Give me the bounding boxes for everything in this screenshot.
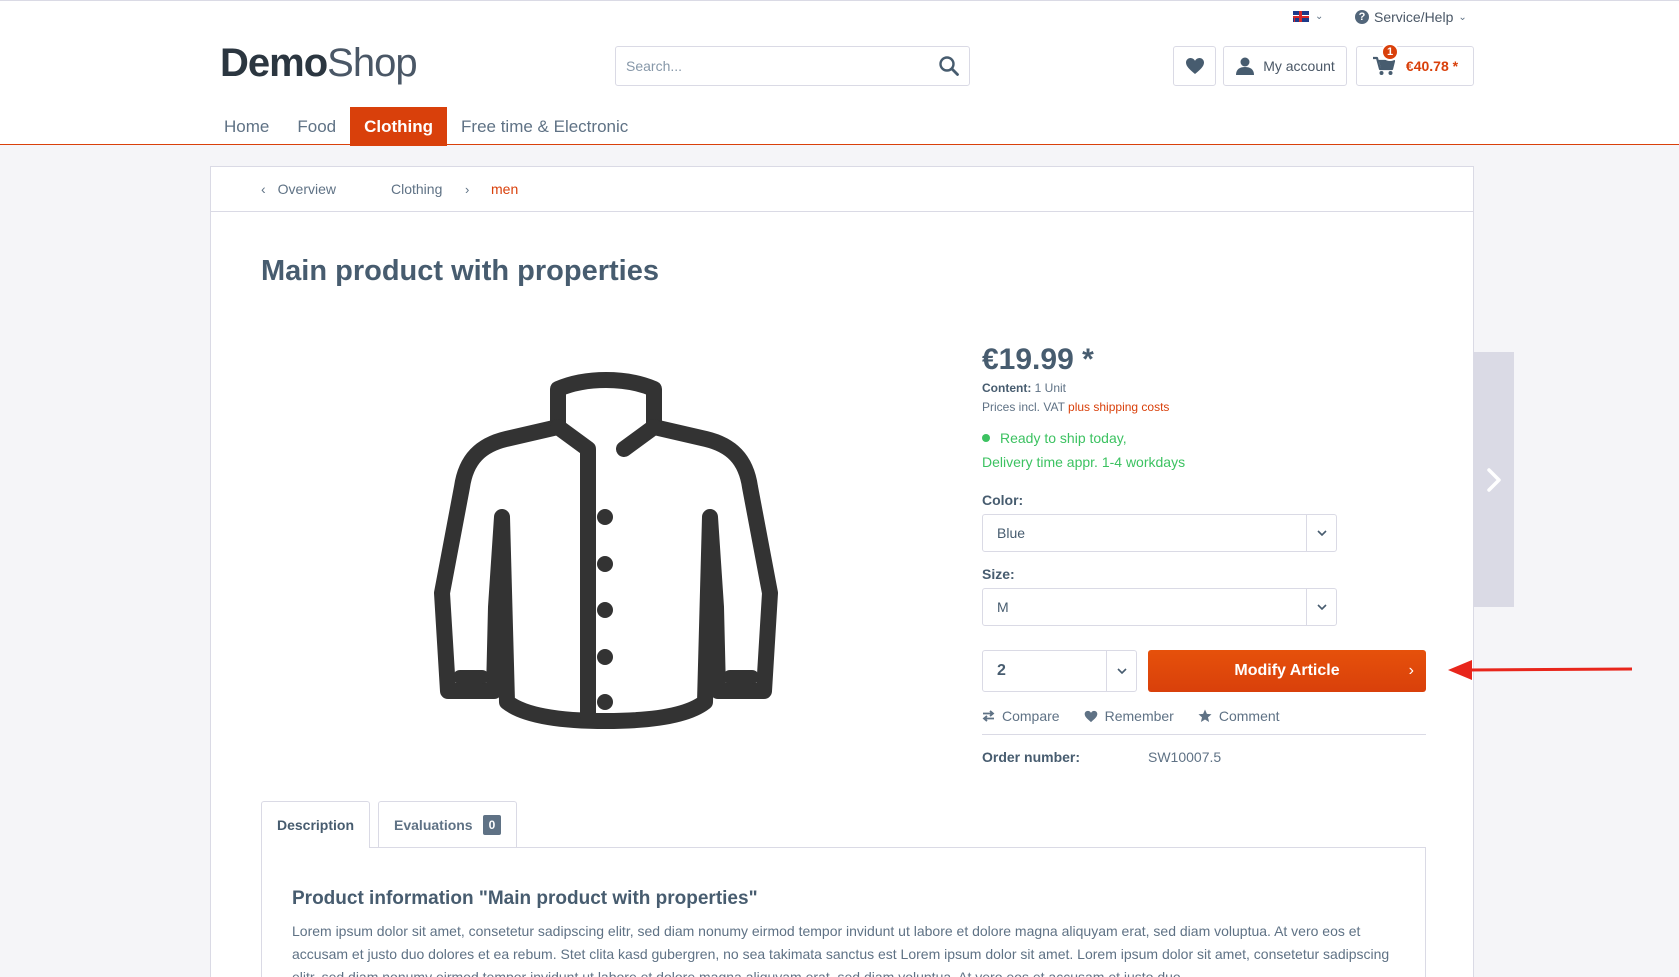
search-form <box>615 46 970 86</box>
account-button[interactable]: My account <box>1223 46 1347 86</box>
delivery-status: Ready to ship today, <box>1000 430 1127 446</box>
color-select-value: Blue <box>997 525 1026 541</box>
account-label: My account <box>1263 58 1335 74</box>
jacket-image <box>434 372 778 729</box>
shipping-costs-link[interactable]: plus shipping costs <box>1068 400 1169 414</box>
chevron-down-icon: ⌄ <box>1458 11 1467 23</box>
cart-total: €40.78 * <box>1405 58 1459 74</box>
content-value: 1 Unit <box>1034 381 1067 395</box>
help-icon: ? <box>1355 10 1369 24</box>
description-text: Lorem ipsum dolor sit amet, consetetur s… <box>292 923 1390 977</box>
logo-demo: Demo <box>220 41 328 85</box>
order-number-value: SW10007.5 <box>1148 749 1222 765</box>
chevron-right-icon <box>1487 467 1501 492</box>
chevron-right-icon: › <box>465 181 470 197</box>
chevron-down-icon <box>1106 651 1136 691</box>
size-select[interactable]: M <box>982 588 1337 626</box>
product-price: €19.99 * <box>982 343 1094 376</box>
chevron-right-icon: › <box>1408 662 1414 679</box>
header: ⌄ ? Service/Help ⌄ DemoShop My account 1… <box>0 0 1679 146</box>
nav-item-home[interactable]: Home <box>210 107 283 146</box>
wishlist-button[interactable] <box>1173 46 1216 86</box>
compare-link[interactable]: Compare <box>982 708 1060 724</box>
search-input[interactable] <box>616 47 929 85</box>
user-icon <box>1236 57 1255 75</box>
nav-item-food[interactable]: Food <box>283 107 350 146</box>
chevron-left-icon: ‹ <box>261 181 266 197</box>
content-label: Content: <box>982 381 1032 395</box>
buy-row: 2 Modify Article › <box>982 650 1426 692</box>
main-navigation: Home Food Clothing Free time & Electroni… <box>210 107 642 146</box>
logo[interactable]: DemoShop <box>220 41 418 85</box>
quantity-select[interactable]: 2 <box>982 650 1137 692</box>
description-panel: Product information "Main product with p… <box>261 847 1426 977</box>
color-select[interactable]: Blue <box>982 514 1337 552</box>
tab-evaluations[interactable]: Evaluations 0 <box>378 801 518 847</box>
search-button[interactable] <box>929 47 969 85</box>
order-number: Order number: SW10007.5 <box>982 749 1426 765</box>
breadcrumb-back-link[interactable]: ‹ Overview <box>261 181 336 197</box>
evaluations-count-badge: 0 <box>482 814 502 835</box>
compare-label: Compare <box>1002 708 1060 724</box>
product-actions: Compare Remember Comment <box>982 708 1426 735</box>
buy-box: €19.99 * Content: 1 Unit Prices incl. VA… <box>982 345 1426 765</box>
service-help-menu[interactable]: ? Service/Help ⌄ <box>1355 9 1467 25</box>
tab-description-label: Description <box>277 817 355 833</box>
tab-evaluations-label: Evaluations <box>394 816 473 833</box>
breadcrumb-item-clothing[interactable]: Clothing <box>391 181 442 197</box>
star-icon <box>1198 709 1212 722</box>
content-info: Content: 1 Unit <box>982 381 1426 395</box>
vat-text: Prices incl. VAT <box>982 400 1065 414</box>
cart-count-badge: 1 <box>1381 43 1399 61</box>
size-field: Size: M <box>982 566 1426 626</box>
chevron-down-icon <box>1306 515 1336 551</box>
cart-button[interactable]: 1 €40.78 * <box>1356 43 1474 86</box>
size-label: Size: <box>982 566 1015 582</box>
color-label: Color: <box>982 492 1024 508</box>
product-detail-container: ‹ Overview Clothing › men Main product w… <box>210 166 1474 977</box>
remember-link[interactable]: Remember <box>1084 708 1174 724</box>
flag-uk-icon <box>1293 11 1309 22</box>
vat-info: Prices incl. VAT plus shipping costs <box>982 400 1426 414</box>
breadcrumb: ‹ Overview Clothing › men <box>211 167 1473 212</box>
product-title: Main product with properties <box>261 255 659 287</box>
modify-article-button[interactable]: Modify Article › <box>1148 650 1426 692</box>
service-help-label: Service/Help <box>1374 9 1454 25</box>
color-field: Color: Blue <box>982 492 1426 552</box>
tab-description[interactable]: Description <box>261 801 371 848</box>
size-select-value: M <box>997 599 1009 615</box>
breadcrumb-item-men[interactable]: men <box>491 181 518 197</box>
chevron-down-icon: ⌄ <box>1315 11 1324 22</box>
search-icon <box>939 56 959 76</box>
status-dot-icon <box>982 434 990 443</box>
language-switcher[interactable]: ⌄ <box>1293 11 1323 22</box>
modify-article-label: Modify Article <box>1234 662 1340 679</box>
comment-link[interactable]: Comment <box>1198 708 1280 724</box>
description-heading: Product information "Main product with p… <box>292 888 758 909</box>
breadcrumb-back-label: Overview <box>277 181 337 197</box>
delivery-info: Ready to ship today, Delivery time appr.… <box>982 426 1426 474</box>
order-number-label: Order number: <box>982 749 1081 765</box>
compare-icon <box>982 710 995 722</box>
heart-icon <box>1084 710 1097 722</box>
arrow-annotation <box>1448 660 1633 680</box>
product-image[interactable] <box>386 347 826 779</box>
next-article-button[interactable] <box>1474 352 1514 607</box>
remember-label: Remember <box>1104 708 1174 724</box>
nav-item-free-time-electronic[interactable]: Free time & Electronic <box>447 107 642 146</box>
chevron-down-icon <box>1306 589 1336 625</box>
delivery-time: Delivery time appr. 1-4 workdays <box>982 454 1186 470</box>
comment-label: Comment <box>1218 708 1280 724</box>
quantity-value: 2 <box>997 662 1006 679</box>
logo-shop: Shop <box>327 41 417 85</box>
nav-item-clothing[interactable]: Clothing <box>350 107 448 146</box>
heart-icon <box>1185 58 1204 74</box>
product-tabs: Description Evaluations 0 <box>261 801 518 848</box>
